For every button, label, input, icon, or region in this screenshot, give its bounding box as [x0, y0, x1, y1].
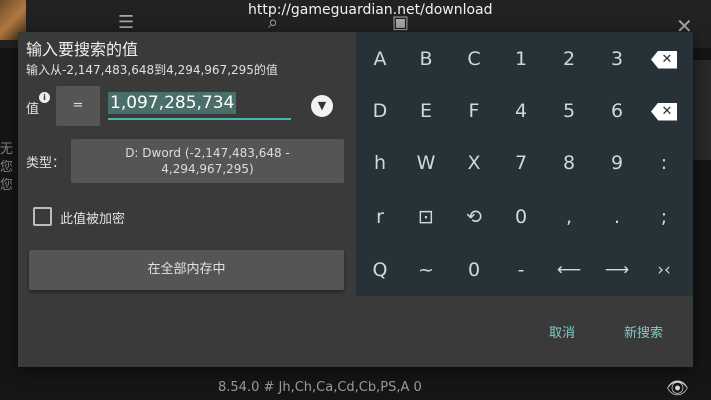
key-x[interactable]: X	[450, 137, 498, 189]
background-text: 您	[0, 178, 14, 193]
eye-icon[interactable]: 👁	[666, 378, 689, 399]
sliders-icon[interactable]: ☰	[118, 12, 134, 33]
key-minus[interactable]: -	[497, 244, 545, 296]
version-info: 8.54.0 # Jh,Ch,Ca,Cd,Cb,PS,A 0	[218, 380, 422, 395]
encrypted-label: 此值被加密	[60, 212, 126, 227]
key-0[interactable]: 0	[497, 191, 545, 243]
selection-icon: ⊡	[418, 206, 434, 228]
operator-button[interactable]: =	[56, 86, 100, 126]
info-icon[interactable]: i	[39, 92, 50, 103]
backspace-icon: ✕	[651, 102, 677, 121]
key-d[interactable]: D	[356, 85, 404, 137]
history-icon: ⟲	[466, 206, 482, 228]
value-label: 值	[26, 102, 40, 117]
key-colon[interactable]: :	[640, 137, 688, 189]
cancel-button[interactable]: 取消	[549, 322, 575, 341]
key-zero[interactable]: 0	[450, 244, 498, 296]
encrypted-checkbox[interactable]	[33, 207, 52, 226]
key-4[interactable]: 4	[497, 85, 545, 137]
key-7[interactable]: 7	[497, 137, 545, 189]
type-value-line: D: Dword (-2,147,483,648 -	[125, 146, 290, 160]
search-form: 输入要搜索的值 输入从-2,147,483,648到4,294,967,295的…	[18, 32, 356, 296]
key-e[interactable]: E	[402, 85, 450, 137]
key-3[interactable]: 3	[593, 33, 641, 85]
range-hint: 输入从-2,147,483,648到4,294,967,295的值	[26, 63, 278, 77]
key-period[interactable]: .	[593, 191, 641, 243]
key-5[interactable]: 5	[545, 85, 593, 137]
key-r[interactable]: r	[356, 191, 404, 243]
key-semicolon[interactable]: ;	[640, 191, 688, 243]
type-label: 类型：	[26, 156, 66, 171]
status-footer: 8.54.0 # Jh,Ch,Ca,Cd,Cb,PS,A 0 👁	[0, 376, 711, 400]
type-value-line: 4,294,967,295)	[161, 162, 254, 176]
key-6[interactable]: 6	[593, 85, 641, 137]
cursor-right-key[interactable]: ⟶	[593, 244, 641, 296]
background-text: 您	[0, 160, 14, 175]
key-f[interactable]: F	[450, 85, 498, 137]
key-q[interactable]: Q	[356, 244, 404, 296]
chevron-down-icon: ▼	[317, 99, 327, 112]
key-c[interactable]: C	[450, 33, 498, 85]
key-2[interactable]: 2	[545, 33, 593, 85]
key-w[interactable]: W	[402, 137, 450, 189]
new-search-button[interactable]: 新搜索	[624, 322, 663, 341]
value-input[interactable]: 1,097,285,734	[108, 90, 291, 120]
key-tilde[interactable]: ~	[402, 244, 450, 296]
value-history-dropdown[interactable]: ▼	[311, 95, 333, 117]
cursor-left-key[interactable]: ⟵	[545, 244, 593, 296]
key-8[interactable]: 8	[545, 137, 593, 189]
key-9[interactable]: 9	[593, 137, 641, 189]
memory-region-button[interactable]: 在全部内存中	[29, 250, 344, 290]
type-select[interactable]: D: Dword (-2,147,483,648 - 4,294,967,295…	[71, 139, 344, 183]
key-a[interactable]: A	[356, 33, 404, 85]
value-text: 1,097,285,734	[108, 92, 237, 114]
background-panel	[693, 60, 711, 160]
key-b[interactable]: B	[402, 33, 450, 85]
backspace-icon: ✕	[651, 50, 677, 69]
history-key[interactable]: ⟲	[450, 191, 498, 243]
search-dialog: 输入要搜索的值 输入从-2,147,483,648到4,294,967,295的…	[18, 32, 693, 367]
key-comma[interactable]: ,	[545, 191, 593, 243]
background-text: 无	[0, 142, 14, 157]
input-keyboard: A B C 1 2 3 ✕ D E F 4 5 6 ✕ h W X 7 8 9 …	[356, 32, 693, 296]
selection-key[interactable]: ⊡	[402, 191, 450, 243]
key-1[interactable]: 1	[497, 33, 545, 85]
backspace-key[interactable]: ✕	[640, 33, 688, 85]
dialog-title: 输入要搜索的值	[26, 40, 139, 59]
collapse-key[interactable]: ›‹	[640, 244, 688, 296]
clear-key[interactable]: ✕	[640, 85, 688, 137]
key-h[interactable]: h	[356, 137, 404, 189]
download-url-banner: http://gameguardian.net/download	[248, 2, 493, 18]
